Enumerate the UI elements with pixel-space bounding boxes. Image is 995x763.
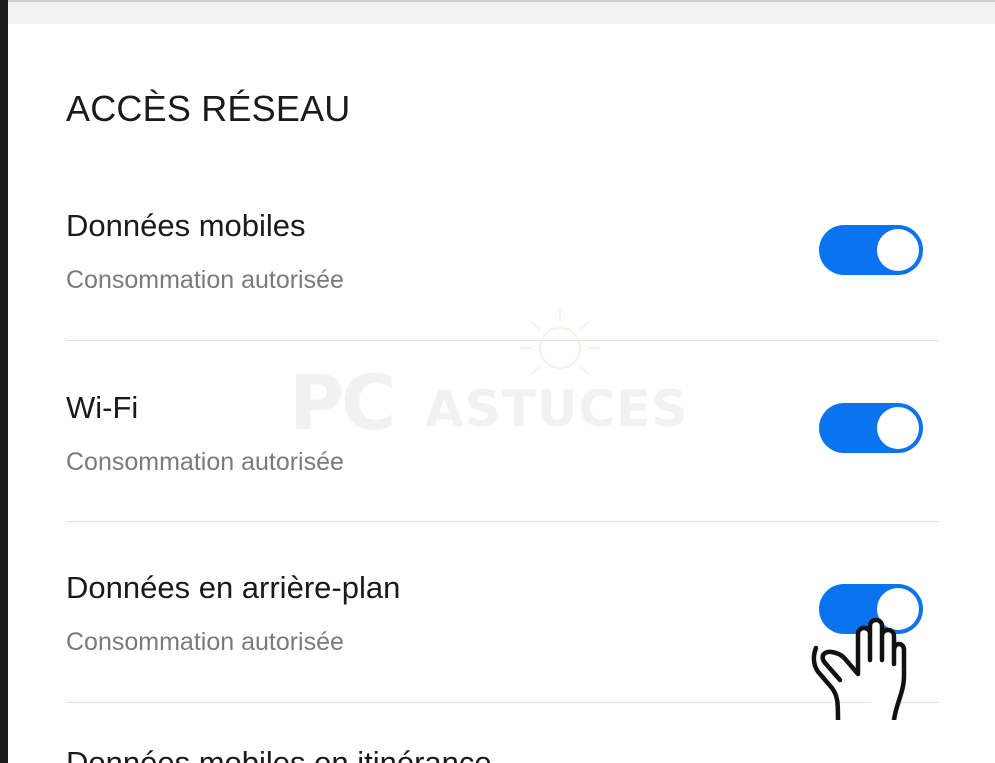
- setting-row-wifi: Wi-Fi Consommation autorisée: [66, 390, 939, 510]
- setting-subtitle: Consommation autorisée: [66, 448, 344, 476]
- top-bar: [8, 0, 995, 24]
- mobile-data-toggle[interactable]: [819, 225, 923, 275]
- setting-subtitle: Consommation autorisée: [66, 266, 344, 294]
- toggle-knob: [877, 407, 919, 449]
- setting-title: Wi-Fi: [66, 390, 139, 425]
- setting-row-mobile-data: Données mobiles Consommation autorisée: [66, 208, 939, 328]
- setting-subtitle: Consommation autorisée: [66, 628, 344, 656]
- hand-pointer-icon: [811, 617, 907, 720]
- settings-screen: PC ASTUCES ACCÈS RÉSEAU Données mobiles …: [0, 0, 995, 763]
- setting-title: Données mobiles en itinérance: [66, 745, 492, 763]
- setting-title: Données en arrière-plan: [66, 570, 401, 605]
- window-edge: [0, 0, 8, 763]
- section-title: ACCÈS RÉSEAU: [66, 88, 351, 129]
- setting-row-roaming: Données mobiles en itinérance: [66, 745, 939, 763]
- divider: [66, 340, 939, 341]
- divider: [66, 521, 939, 522]
- top-border: [8, 0, 995, 2]
- setting-title: Données mobiles: [66, 208, 306, 243]
- wifi-toggle[interactable]: [819, 403, 923, 453]
- toggle-knob: [877, 229, 919, 271]
